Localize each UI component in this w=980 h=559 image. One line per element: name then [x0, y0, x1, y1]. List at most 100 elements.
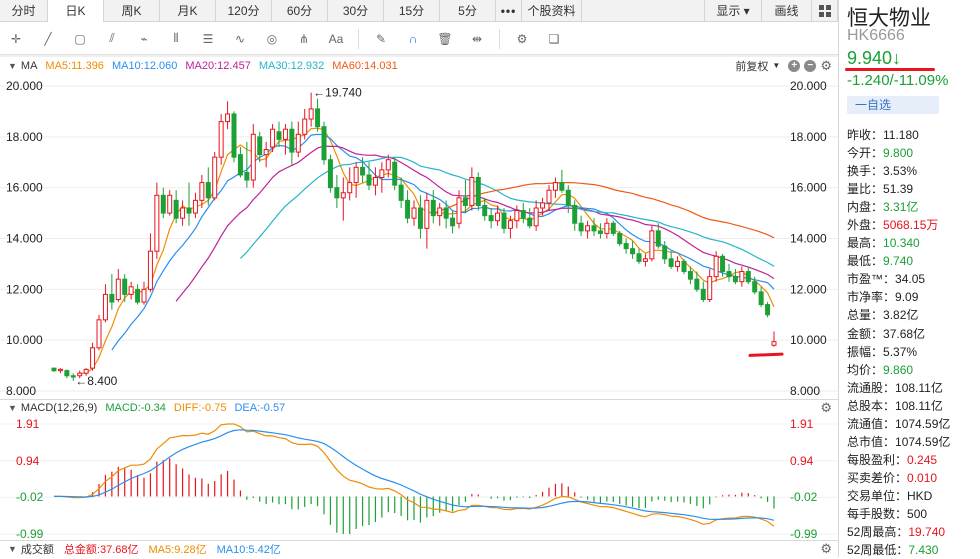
- stat-value: 19.740: [908, 525, 946, 540]
- stat-row: 流通值：1074.59亿: [847, 415, 979, 433]
- stat-row: 流通股：108.11亿: [847, 379, 979, 397]
- candle: [231, 111, 237, 163]
- candle: [250, 124, 256, 188]
- ma20-line: [175, 145, 775, 302]
- kline-chart[interactable]: 20.000 20.000 18.000 18.000 16.000 16.000 14.0…: [0, 0, 838, 557]
- high-annotation: ←19.740: [313, 86, 362, 100]
- stat-value: 37.68亿: [883, 326, 926, 341]
- macd-tick-left: 0.94: [16, 454, 40, 468]
- price-tick-right: 10.000: [790, 333, 827, 347]
- candle: [372, 167, 378, 196]
- stat-label: 内盘：: [847, 200, 884, 215]
- price-tick-left: 10.000: [6, 333, 43, 347]
- candle: [732, 269, 738, 285]
- stat-value: 1074.59亿: [895, 416, 951, 431]
- stat-label: 总量：: [847, 308, 884, 323]
- candle: [585, 220, 591, 239]
- stat-label: 换手：: [847, 164, 884, 179]
- low-annotation: ←8.400: [75, 374, 117, 388]
- candle: [237, 147, 243, 178]
- stat-label: 市盈™：: [847, 272, 896, 287]
- candle: [340, 177, 346, 221]
- candle: [315, 98, 321, 132]
- candle: [379, 162, 385, 193]
- candle: [559, 169, 565, 193]
- stat-value: 108.11亿: [895, 380, 943, 395]
- stat-label: 最低：: [847, 254, 884, 269]
- price-tick-right: 14.000: [790, 232, 827, 246]
- stat-row: 总市值：1074.59亿: [847, 433, 979, 451]
- stat-row: 买卖差价：0.010: [847, 469, 979, 487]
- candle: [424, 192, 430, 249]
- candle: [225, 101, 231, 130]
- price-tick-left: 16.000: [6, 181, 43, 195]
- stat-label: 均价：: [847, 362, 884, 377]
- stat-row: 今开：9.800: [847, 144, 979, 162]
- stat-row: 外盘：5068.15万: [847, 216, 979, 234]
- stat-row: 52周最低：7.430: [847, 541, 979, 559]
- stat-value: 9.740: [883, 254, 914, 269]
- stat-row: 内盘：3.31亿: [847, 198, 979, 216]
- candle: [321, 121, 327, 165]
- stat-value: 500: [907, 506, 928, 521]
- candle: [263, 141, 269, 168]
- stat-value: 11.180: [883, 128, 919, 142]
- price-tick-right: 8.000: [790, 384, 820, 398]
- candle: [192, 192, 198, 219]
- price-tick-left: 14.000: [6, 232, 43, 246]
- stat-row: 52周最高：19.740: [847, 523, 979, 541]
- candle: [180, 200, 186, 226]
- stat-value: 34.05: [895, 272, 926, 287]
- candle: [630, 241, 636, 259]
- stat-label: 总市值：: [847, 434, 896, 449]
- macd-tick-right: 1.91: [790, 417, 814, 431]
- stat-label: 今开：: [847, 146, 884, 161]
- stat-label: 每手股数：: [847, 506, 908, 521]
- candle: [128, 281, 134, 300]
- stat-label: 流通值：: [847, 416, 896, 431]
- candle: [437, 202, 443, 226]
- price-tick-right: 12.000: [790, 282, 827, 296]
- stock-code: HK6666: [847, 27, 905, 44]
- candle: [681, 258, 687, 275]
- ma5-line: [79, 127, 775, 374]
- stat-value: HKD: [907, 488, 933, 503]
- candle: [334, 174, 340, 208]
- candle: [205, 167, 211, 206]
- stat-row: 交易单位：HKD: [847, 487, 979, 505]
- stat-label: 最高：: [847, 236, 884, 251]
- candle: [282, 124, 288, 155]
- price-underline-mark: [845, 68, 935, 71]
- stat-value: 0.010: [907, 470, 938, 485]
- candle: [347, 167, 353, 201]
- stat-value: 3.82亿: [883, 308, 919, 323]
- add-watchlist-button[interactable]: 一自选: [847, 96, 939, 114]
- stat-row: 市盈™：34.05: [847, 270, 979, 288]
- stat-value: 9.860: [883, 362, 914, 377]
- candle: [64, 369, 70, 379]
- macd-tick-right: -0.02: [790, 490, 818, 504]
- stock-price: 9.940↓: [847, 48, 902, 68]
- stat-value: 5068.15万: [883, 218, 939, 233]
- candle: [186, 182, 192, 226]
- candle: [636, 248, 642, 264]
- stat-row: 金额：37.68亿: [847, 325, 979, 343]
- candle: [398, 177, 404, 208]
- stock-change: -1.240/-11.09%: [847, 72, 949, 89]
- candle: [604, 218, 610, 239]
- stat-value: 3.31亿: [883, 200, 919, 215]
- candle: [642, 253, 648, 267]
- candle: [295, 121, 301, 158]
- price-tick-left: 18.000: [6, 130, 43, 144]
- stat-row: 均价：9.860: [847, 361, 979, 379]
- candle: [417, 195, 423, 239]
- candle: [726, 263, 732, 282]
- stat-row: 最高：10.340: [847, 234, 979, 252]
- stat-label: 52周最高：: [847, 525, 909, 540]
- candle: [392, 157, 398, 191]
- stat-row: 市净率：9.09: [847, 288, 979, 306]
- candle: [443, 200, 449, 229]
- candle: [122, 274, 128, 303]
- stat-row: 量比：51.39: [847, 180, 979, 198]
- candle: [597, 223, 603, 239]
